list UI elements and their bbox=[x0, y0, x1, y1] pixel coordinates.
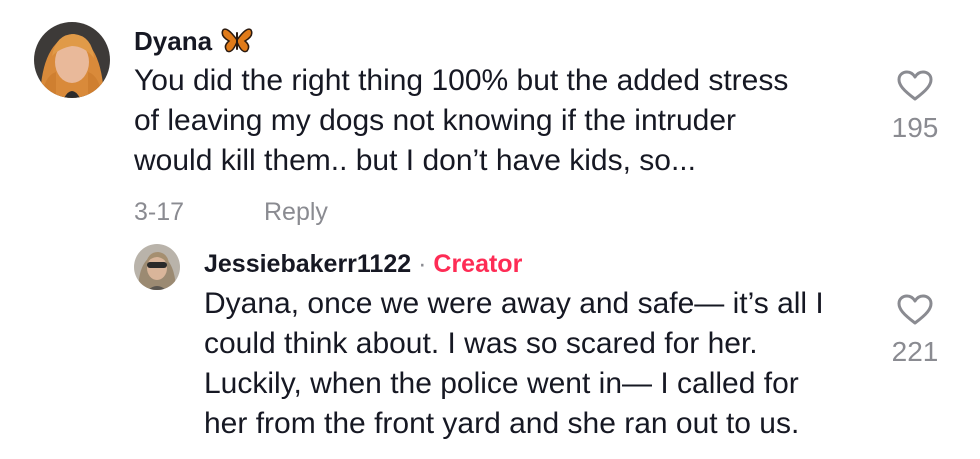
reply-header: Jessiebakerr1122 · Creator bbox=[204, 250, 522, 279]
comment-line: of leaving my dogs not knowing if the in… bbox=[134, 104, 737, 137]
butterfly-emoji bbox=[221, 26, 253, 61]
comment-date: 3-17 bbox=[134, 198, 185, 226]
avatar-dyana[interactable] bbox=[34, 22, 110, 98]
creator-badge: Creator bbox=[433, 250, 523, 278]
comment-body: You did the right thing 100% but the add… bbox=[134, 61, 788, 181]
avatar-jessiebakerr1122[interactable] bbox=[134, 244, 180, 290]
reply-line: Luckily, when the police went in— I call… bbox=[204, 367, 799, 400]
comment-line: You did the right thing 100% but the add… bbox=[134, 64, 789, 97]
heart-outline-icon[interactable] bbox=[897, 70, 933, 102]
heart-outline-icon[interactable] bbox=[897, 294, 933, 326]
like-block: 195 bbox=[880, 70, 950, 144]
comment-line: would kill them.. but I don’t have kids,… bbox=[134, 144, 696, 177]
username-text[interactable]: Dyana bbox=[134, 26, 212, 56]
reply-line: her from the front yard and she ran out … bbox=[204, 407, 800, 440]
reply-line: Dyana, once we were away and safe— it’s … bbox=[204, 287, 824, 320]
like-count: 195 bbox=[891, 112, 939, 143]
reply-body: Dyana, once we were away and safe— it’s … bbox=[204, 284, 824, 444]
separator-dot: · bbox=[418, 250, 427, 278]
comment-username[interactable]: Dyana bbox=[134, 26, 253, 61]
reply-button[interactable]: Reply bbox=[264, 198, 328, 227]
reply-like-count: 221 bbox=[891, 336, 939, 367]
reply-username[interactable]: Jessiebakerr1122 bbox=[204, 250, 411, 278]
reply-line: could think about. I was so scared for h… bbox=[204, 327, 758, 360]
reply-like-block: 221 bbox=[880, 294, 950, 368]
